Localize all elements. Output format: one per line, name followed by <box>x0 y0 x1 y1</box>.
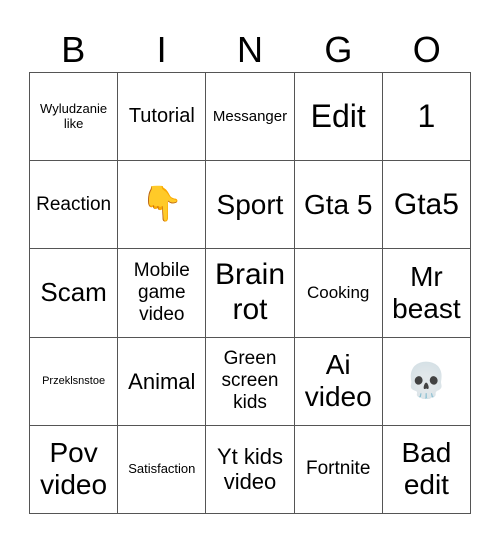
bingo-cell[interactable]: Brain rot <box>206 249 295 338</box>
header-letter-i: I <box>156 29 167 70</box>
bingo-cell[interactable]: Yt kids video <box>206 425 295 514</box>
bingo-cell[interactable]: Edit <box>294 73 383 162</box>
bingo-cell[interactable]: Wyludzanie like <box>30 73 119 162</box>
bingo-cell[interactable]: Green screen kids <box>206 337 295 426</box>
bingo-cell[interactable]: Gta 5 <box>294 161 383 250</box>
bingo-cell[interactable]: Przeklsnstoe <box>30 337 119 426</box>
bingo-cell[interactable]: Animal <box>118 337 207 426</box>
bingo-cell[interactable]: Sport <box>206 161 295 250</box>
bingo-cell[interactable]: Scam <box>30 249 119 338</box>
bingo-cell[interactable]: Tutorial <box>118 73 207 162</box>
bingo-cell[interactable]: Fortnite <box>294 425 383 514</box>
header-letter-o: O <box>412 29 441 70</box>
header-letter-b: B <box>61 29 86 70</box>
header-letter-g: G <box>324 29 353 70</box>
bingo-cell[interactable]: 1 <box>382 73 471 162</box>
bingo-cell[interactable]: Ai video <box>294 337 383 426</box>
bingo-cell[interactable]: Mr beast <box>382 249 471 338</box>
bingo-cell[interactable]: Cooking <box>294 249 383 338</box>
bingo-cell[interactable]: Pov video <box>30 425 119 514</box>
pointing-down-hand-icon[interactable]: 👇 <box>118 161 207 250</box>
bingo-cell[interactable]: Gta5 <box>382 161 471 250</box>
bingo-cell[interactable]: Bad edit <box>382 425 471 514</box>
bingo-card-grid: Wyludzanie like Tutorial Messanger Edit 1 Rea… <box>29 72 471 514</box>
bingo-cell[interactable]: Messanger <box>206 73 295 162</box>
header-letter-n: N <box>236 29 263 70</box>
bingo-cell[interactable]: Reaction <box>30 161 119 250</box>
bingo-cell[interactable]: Satisfaction <box>118 425 207 514</box>
bingo-cell[interactable]: Mobile game video <box>118 249 207 338</box>
bingo-header: B I N G O <box>29 30 471 70</box>
skull-icon[interactable]: 💀 <box>382 337 471 426</box>
